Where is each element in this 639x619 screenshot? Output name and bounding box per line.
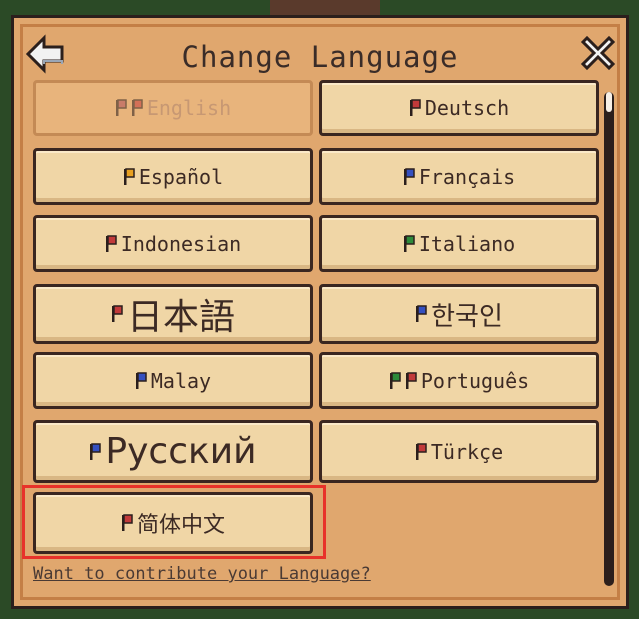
language-button[interactable]: Deutsch [319,80,599,136]
language-button[interactable]: Italiano [319,215,599,272]
close-button[interactable] [579,34,617,72]
flag-icon [105,234,117,253]
language-button[interactable]: Türkçe [319,420,599,483]
flag-icon [135,371,147,390]
language-label: Русский [105,431,257,472]
language-button[interactable]: Malay [33,352,313,409]
contribute-language-link[interactable]: Want to contribute your Language? [33,564,371,584]
flag-icon [415,442,427,461]
flag-icon [131,99,143,117]
scrollbar-thumb[interactable] [606,92,612,112]
flag-icon [115,99,127,117]
selection-highlight-frame [22,485,326,559]
flag-icon [389,371,401,390]
close-x-icon [580,35,616,71]
flag-icon [89,442,102,461]
language-label: Türkçe [430,439,504,464]
language-label: Français [418,164,516,189]
language-button[interactable]: 日本語 [33,284,313,344]
flag-icon [123,167,135,186]
language-button[interactable]: English [33,80,313,136]
language-button[interactable]: Português [319,352,599,409]
flag-icon [111,305,123,323]
language-label: Deutsch [424,96,510,120]
language-label: Português [420,368,530,393]
dialog-title: Change Language [181,40,459,74]
flag-icon [403,167,415,186]
language-label: English [146,96,232,120]
language-button[interactable]: Русский [33,420,313,483]
language-button[interactable]: Français [319,148,599,205]
flag-icon [415,305,427,323]
flag-icon [405,371,417,390]
flag-icon [409,99,421,117]
back-button[interactable] [25,34,66,74]
language-label: Italiano [418,231,516,256]
language-label: Malay [150,368,212,393]
language-label: Español [138,164,224,189]
back-arrow-icon [25,34,64,74]
language-label: Indonesian [120,231,242,256]
language-button[interactable]: Indonesian [33,215,313,272]
language-button[interactable]: Español [33,148,313,205]
language-button[interactable]: 한국인 [319,284,599,344]
language-label: 한국인 [431,301,503,332]
language-label: 日本語 [126,297,235,338]
flag-icon [403,234,415,253]
scrollbar-track[interactable] [604,92,614,586]
